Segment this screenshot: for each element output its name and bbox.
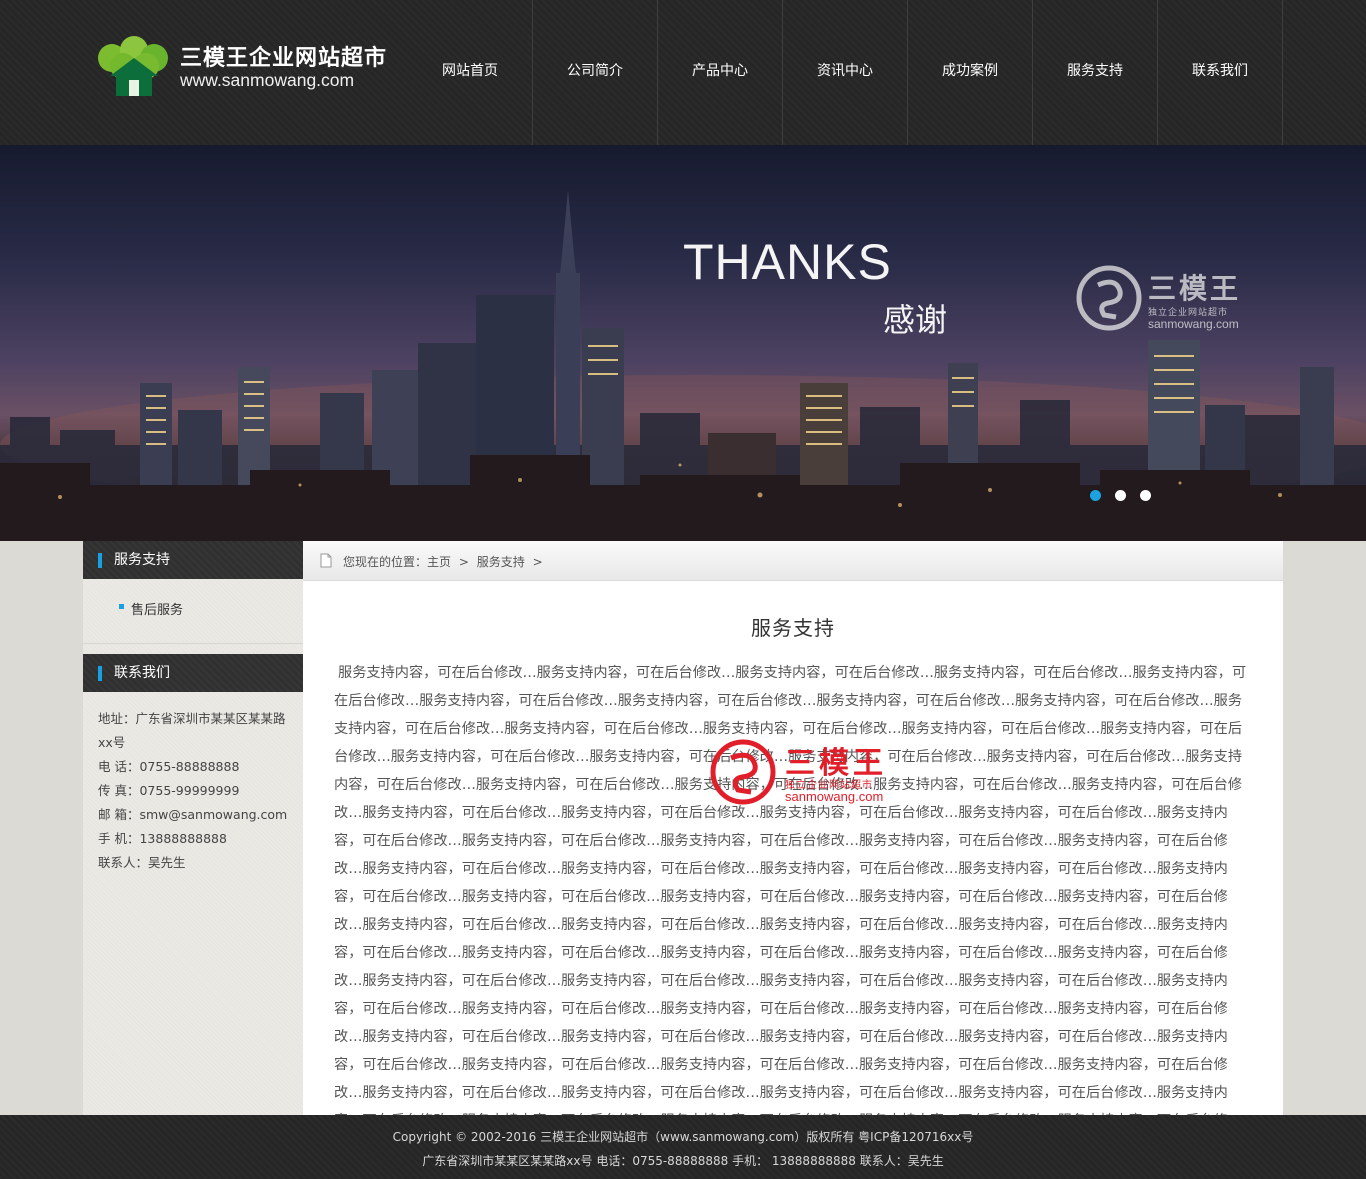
slide-indicators (1090, 490, 1151, 501)
slide-dot-1[interactable] (1090, 490, 1101, 501)
main-content: 您现在的位置：主页 > 服务支持 > 服务支持 服务支持内容，可在后台修改…服务… (303, 541, 1283, 1157)
site-header: 三模王企业网站超市 www.sanmowang.com 网站首页 公司简介 产品… (0, 0, 1366, 145)
nav-item-products[interactable]: 产品中心 (658, 0, 783, 145)
heading-accent-bar (98, 553, 102, 568)
contact-phone: 电 话：0755-88888888 (98, 759, 240, 774)
article-body: 服务支持内容，可在后台修改…服务支持内容，可在后台修改…服务支持内容，可在后台修… (334, 665, 1247, 1157)
banner-title: THANKS (683, 234, 892, 290)
sidebar-item-label: 售后服务 (131, 603, 184, 618)
sidebar-heading-contact: 联系我们 (83, 654, 303, 692)
city-skyline-image (0, 190, 1366, 541)
contact-address: 地址：广东省深圳市某某区某某路xx号 (98, 711, 286, 750)
contact-info: 地址：广东省深圳市某某区某某路xx号 电 话：0755-88888888 传 真… (83, 692, 303, 875)
site-logo[interactable]: 三模王企业网站超市 www.sanmowang.com (96, 36, 396, 100)
sidebar-item-after-sales[interactable]: 售后服务 (119, 599, 303, 618)
breadcrumb-home-link[interactable]: 主页 (427, 555, 451, 569)
page-icon (320, 553, 332, 568)
sidebar-service-list: 售后服务 (83, 579, 303, 644)
banner-watermark-brand: 三模王 (1148, 272, 1242, 305)
dragon-seal-icon (1076, 265, 1142, 331)
hero-banner: THANKS 感谢 三模王 独立企业网站超市 sanmowang.com (0, 145, 1366, 541)
sidebar-heading-service: 服务支持 (83, 541, 303, 579)
nav-item-cases[interactable]: 成功案例 (908, 0, 1033, 145)
nav-item-about[interactable]: 公司简介 (533, 0, 658, 145)
breadcrumb-current-link[interactable]: 服务支持 (477, 555, 525, 569)
breadcrumb: 您现在的位置：主页 > 服务支持 > (303, 541, 1283, 581)
nav-item-contact[interactable]: 联系我们 (1158, 0, 1283, 145)
bullet-square-icon (119, 604, 124, 609)
site-url: www.sanmowang.com (180, 70, 355, 90)
footer-contact: 广东省深圳市某某区某某路xx号 电话：0755-88888888 手机： 138… (422, 1154, 944, 1168)
dragon-seal-icon (710, 739, 776, 805)
breadcrumb-separator: > (458, 555, 469, 569)
contact-mobile: 手 机：13888888888 (98, 831, 227, 846)
breadcrumb-trailing-separator: > (532, 555, 543, 569)
banner-subtitle: 感谢 (883, 301, 948, 339)
content-watermark-url: sanmowang.com (785, 789, 884, 804)
contact-email: 邮 箱：smw@sanmowang.com (98, 807, 288, 822)
contact-person: 联系人：吴先生 (98, 855, 186, 870)
breadcrumb-prefix: 您现在的位置： (343, 555, 428, 569)
page-title: 服务支持 (751, 616, 835, 640)
nav-item-home[interactable]: 网站首页 (408, 0, 533, 145)
nav-item-support[interactable]: 服务支持 (1033, 0, 1158, 145)
banner-watermark-url: sanmowang.com (1148, 317, 1239, 331)
sidebar-heading-contact-label: 联系我们 (114, 665, 170, 681)
banner-watermark: 三模王 独立企业网站超市 sanmowang.com (1076, 265, 1276, 335)
sidebar: 服务支持 售后服务 联系我们 地址：广东省深圳市某某区某某路xx号 电 话：07… (83, 541, 303, 1115)
footer-copyright: Copyright © 2002-2016 三模王企业网站超市（www.sanm… (392, 1130, 974, 1144)
tree-house-logo-icon (98, 36, 168, 96)
nav-item-news[interactable]: 资讯中心 (783, 0, 908, 145)
site-name: 三模王企业网站超市 (180, 46, 388, 71)
slide-dot-2[interactable] (1115, 490, 1126, 501)
main-nav: 网站首页 公司简介 产品中心 资讯中心 成功案例 服务支持 联系我们 (408, 0, 1283, 145)
slide-dot-3[interactable] (1140, 490, 1151, 501)
contact-fax: 传 真：0755-99999999 (98, 783, 240, 798)
content-watermark: 三模王 独立企业网站超市 sanmowang.com (709, 738, 919, 808)
site-footer: Copyright © 2002-2016 三模王企业网站超市（www.sanm… (0, 1115, 1366, 1179)
sidebar-heading-service-label: 服务支持 (114, 552, 170, 568)
heading-accent-bar (98, 666, 102, 681)
